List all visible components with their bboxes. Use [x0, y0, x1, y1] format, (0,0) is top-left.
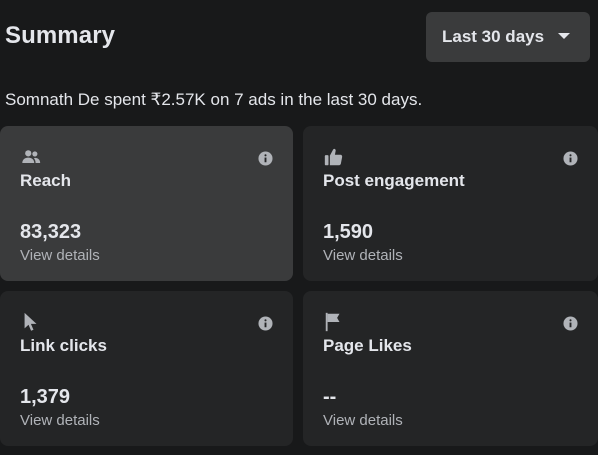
metric-card-post-engagement[interactable]: Post engagement 1,590 View details	[303, 126, 598, 281]
info-icon[interactable]	[563, 151, 578, 166]
metric-card-link-clicks[interactable]: Link clicks 1,379 View details	[0, 291, 293, 446]
metric-label: Reach	[20, 171, 72, 190]
metric-value: --	[323, 386, 337, 408]
metric-value: 83,323	[20, 221, 82, 243]
date-range-label: Last 30 days	[442, 27, 545, 46]
people-icon	[22, 150, 41, 163]
view-details-link[interactable]: View details	[323, 412, 403, 429]
metric-label: Page Likes	[323, 336, 412, 355]
thumbs-up-icon	[324, 148, 343, 166]
summary-text: Somnath De spent ₹2.57K on 7 ads in the …	[5, 90, 423, 109]
view-details-link[interactable]: View details	[20, 412, 100, 429]
view-details-link[interactable]: View details	[20, 247, 100, 264]
cursor-icon	[24, 312, 37, 331]
page-title: Summary	[5, 22, 116, 49]
metric-label: Link clicks	[20, 336, 107, 355]
metric-card-page-likes[interactable]: Page Likes -- View details	[303, 291, 598, 446]
metric-value: 1,379	[20, 386, 71, 408]
flag-icon	[325, 312, 340, 332]
info-icon[interactable]	[258, 316, 273, 331]
view-details-link[interactable]: View details	[323, 247, 403, 264]
info-icon[interactable]	[563, 316, 578, 331]
metric-value: 1,590	[323, 221, 374, 243]
metric-label: Post engagement	[323, 171, 465, 190]
metric-card-reach[interactable]: Reach 83,323 View details	[0, 126, 293, 281]
date-range-dropdown[interactable]: Last 30 days	[426, 12, 590, 62]
info-icon[interactable]	[258, 151, 273, 166]
caret-down-icon	[558, 33, 570, 39]
